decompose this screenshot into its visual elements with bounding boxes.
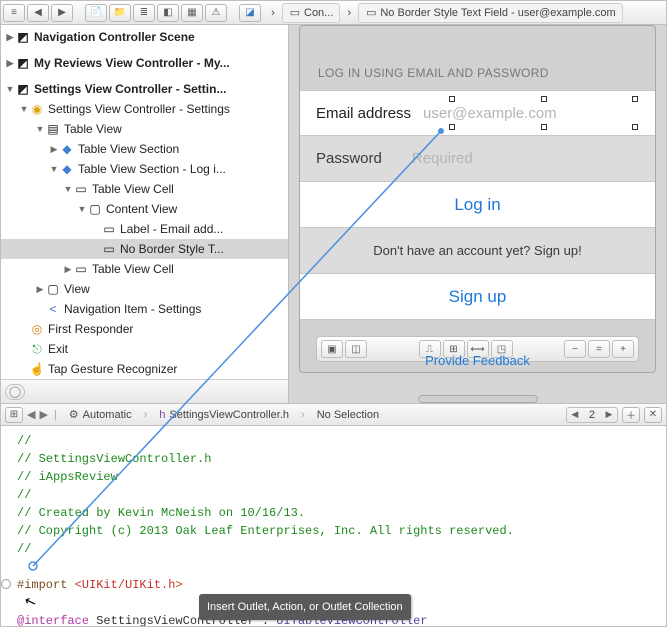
outline-footer: ◯ [1,379,288,403]
file-crumb[interactable]: hSettingsViewController.h [153,406,295,424]
email-cell[interactable]: Email address user@example.com [300,90,655,136]
outline-tree[interactable]: ▶◩Navigation Controller Scene ▶◩My Revie… [1,25,288,379]
jump-bar: › ▭Con... › ▭No Border Style Text Field … [267,3,623,23]
tree-row[interactable]: ⎋Exit [1,339,288,359]
tree-row[interactable]: ▼◩Settings View Controller - Settin... [1,79,288,99]
nav-forward-icon[interactable]: ▶ [51,4,73,22]
cell-icon: ▭ [73,181,89,197]
outline-toggle-icon[interactable]: ≡ [3,4,25,22]
tree-row[interactable]: ▼▭Table View Cell [1,179,288,199]
canvas-scrollbar[interactable] [418,395,538,403]
selection-crumb[interactable]: No Selection [311,406,385,424]
warning-icon[interactable]: ⚠ [205,4,227,22]
scene-icon: ◩ [15,29,31,45]
tree-row[interactable]: ▼◆Table View Section - Log i... [1,159,288,179]
view-icon: ▢ [87,201,103,217]
tree-row[interactable]: ▭Label - Email add... [1,219,288,239]
tree-row[interactable]: ◎First Responder [1,319,288,339]
nav-mode[interactable]: ⚙Automatic [63,406,138,424]
chevron-right-icon: › [267,7,279,19]
email-label: Email address [316,105,411,122]
section-icon: ◆ [59,161,75,177]
add-icon[interactable]: ＋ [622,407,640,423]
textfield-icon: ▭ [365,7,377,19]
scene-icon: ◩ [15,55,31,71]
tree-row[interactable]: ▶▢View [1,279,288,299]
login-button[interactable]: Log in [300,182,655,228]
counterparts-stepper[interactable]: ◀2▶ [566,407,618,423]
password-placeholder: Required [412,150,473,167]
label-icon: ▭ [101,221,117,237]
navitem-icon: < [45,301,61,317]
responder-icon: ◎ [29,321,45,337]
tree-row[interactable]: ▼◉Settings View Controller - Settings [1,99,288,119]
interface-builder-canvas[interactable]: LOG IN USING EMAIL AND PASSWORD Email ad… [289,25,666,403]
view-icon: ▢ [45,281,61,297]
selected-textfield[interactable] [452,99,635,127]
cell-icon: ▭ [73,261,89,277]
grid-icon[interactable]: ▦ [181,4,203,22]
password-cell[interactable]: Password Required [300,136,655,182]
textfield-icon: ▭ [101,241,117,257]
section-icon: ◆ [59,141,75,157]
source-editor[interactable]: // // SettingsViewController.h // iAppsR… [1,426,666,626]
section-header: LOG IN USING EMAIL AND PASSWORD [300,26,655,90]
box-icon[interactable]: ◪ [239,4,261,22]
related-items-icon[interactable]: ⊞ [5,407,23,423]
gesture-icon: ☝ [29,361,45,377]
feedback-link[interactable]: Provide Feedback [300,353,655,372]
tree-row[interactable]: <Navigation Item - Settings [1,299,288,319]
close-icon[interactable]: ✕ [644,407,662,423]
doc-icon: ▭ [289,7,301,19]
tableview-icon: ▤ [45,121,61,137]
tree-row[interactable]: ▶◩Navigation Controller Scene [1,27,288,47]
exit-icon: ⎋ [29,341,45,357]
viewcontroller-icon: ◉ [29,101,45,117]
password-label: Password [316,150,382,167]
editor-jump-bar: ⊞ ◀ ▶ | ⚙Automatic › hSettingsViewContro… [1,404,666,426]
jump-item[interactable]: ▭No Border Style Text Field - user@examp… [358,3,622,23]
tree-row[interactable]: ☝Tap Gesture Recognizer [1,359,288,379]
signup-button[interactable]: Sign up [300,274,655,320]
navigator-toolbar: ≡ ◀ ▶ 📄 📁 ≣ ◧ ▦ ⚠ ◪ › ▭Con... › ▭No Bord… [1,1,666,25]
tree-row[interactable]: ▼▤Table View [1,119,288,139]
tree-row-selected[interactable]: ▭No Border Style T... [1,239,288,259]
document-outline: ▶◩Navigation Controller Scene ▶◩My Revie… [1,25,289,403]
chevron-right-icon: › [343,7,355,19]
connection-bullet-icon[interactable] [1,579,11,589]
folder-icon[interactable]: 📁 [109,4,131,22]
file-icon[interactable]: 📄 [85,4,107,22]
scene-icon: ◩ [15,81,31,97]
tree-row[interactable]: ▶◆Table View Section [1,139,288,159]
jump-item[interactable]: ▭Con... [282,3,340,23]
list-icon[interactable]: ≣ [133,4,155,22]
signup-prompt: Don't have an account yet? Sign up! [300,228,655,274]
meter-icon[interactable]: ◧ [157,4,179,22]
tree-row[interactable]: ▶▭Table View Cell [1,259,288,279]
tree-row[interactable]: ▶◩My Reviews View Controller - My... [1,53,288,73]
connection-tooltip: Insert Outlet, Action, or Outlet Collect… [199,594,411,620]
filter-icon[interactable]: ◯ [5,384,25,400]
nav-back-icon[interactable]: ◀ [27,4,49,22]
tree-row[interactable]: ▼▢Content View [1,199,288,219]
